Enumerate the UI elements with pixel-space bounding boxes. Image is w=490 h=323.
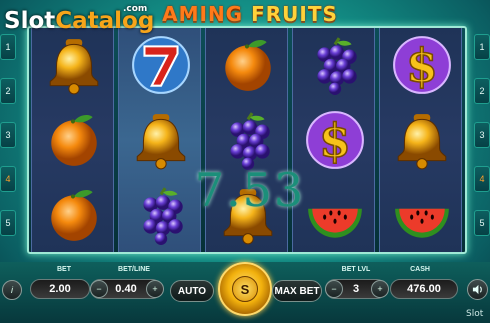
game-title: AMING FRUITS <box>120 2 380 28</box>
betline-label: BET/LINE <box>118 266 150 273</box>
payline-right-2: 2 <box>474 78 490 104</box>
reel-1 <box>31 28 114 252</box>
betlvl-label: BET LVL <box>341 266 371 273</box>
cash-value: 476.00 <box>390 279 458 299</box>
dollar-icon: $ <box>380 28 463 102</box>
watermark-com: .com <box>123 4 148 14</box>
seven-icon <box>119 28 202 102</box>
max-bet-button[interactable]: MAX BET <box>272 280 322 302</box>
slotcatalog-watermark: SlotCatalog .com <box>4 4 154 38</box>
spin-button[interactable]: S <box>218 262 272 316</box>
info-icon[interactable]: i <box>2 280 22 300</box>
speaker-icon[interactable] <box>467 279 488 300</box>
payline-left-2: 2 <box>0 78 16 104</box>
payline-left-4: 4 <box>0 166 16 192</box>
payline-left-3: 3 <box>0 122 16 148</box>
payline-right-5: 5 <box>474 210 490 236</box>
svg-text:$: $ <box>319 114 351 168</box>
betline-minus-button[interactable]: − <box>90 280 108 298</box>
betlvl-plus-button[interactable]: + <box>371 280 389 298</box>
payline-left-5: 5 <box>0 210 16 236</box>
reels-frame: $ $ <box>27 26 467 254</box>
watermark-slot: Slot <box>4 8 56 34</box>
bet-label: BET <box>57 266 71 273</box>
reel-2 <box>118 28 201 252</box>
auto-button[interactable]: AUTO <box>170 280 214 302</box>
bell-icon <box>32 28 115 102</box>
betlvl-minus-button[interactable]: − <box>325 280 343 298</box>
orange-icon <box>206 28 289 102</box>
paylines-left: 12345 <box>0 34 16 236</box>
orange-icon <box>32 178 115 252</box>
watermark-bottom: Slot <box>466 309 484 319</box>
orange-icon <box>32 103 115 177</box>
cash-label: CASH <box>410 266 430 273</box>
grapes-icon <box>293 28 376 102</box>
bet-value: 2.00 <box>30 279 90 299</box>
reel-3 <box>205 28 288 252</box>
title-part2: FRUITS <box>243 2 338 26</box>
paylines-right: 1 2 3 4 5 <box>474 34 490 236</box>
watermelon-icon <box>380 178 463 252</box>
payline-right-3: 3 <box>474 122 490 148</box>
win-amount: 7.53 <box>194 163 306 217</box>
svg-text:$: $ <box>406 39 438 93</box>
payline-right-1: 1 <box>474 34 490 60</box>
reel-5: $ <box>379 28 462 252</box>
reel-4: $ <box>292 28 375 252</box>
payline-right-4: 4 <box>474 166 490 192</box>
bell-icon <box>380 103 463 177</box>
betline-plus-button[interactable]: + <box>146 280 164 298</box>
spin-icon: S <box>232 276 258 302</box>
title-part1: AMING <box>162 2 244 26</box>
